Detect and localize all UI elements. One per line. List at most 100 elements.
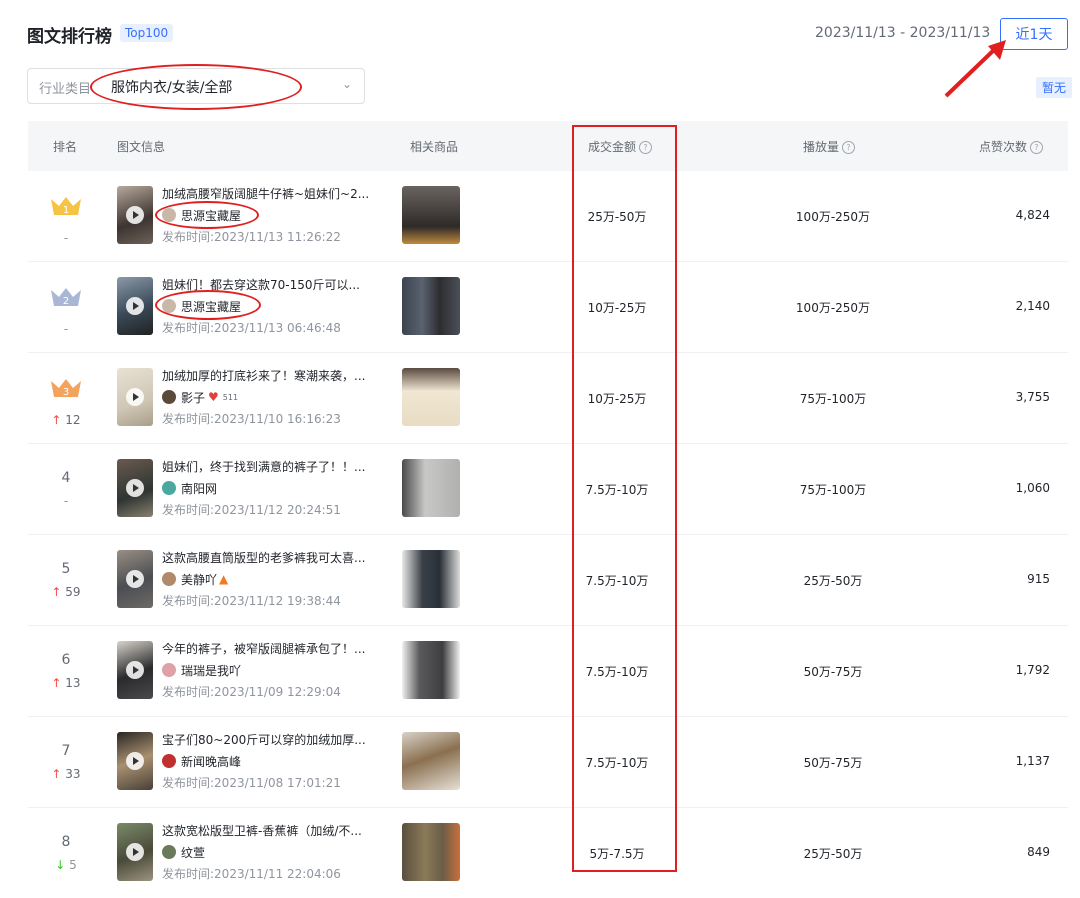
post-title[interactable]: 这款高腰直筒版型的老爹裤我可太喜...	[162, 549, 382, 566]
post-title[interactable]: 这款宽松版型卫裤-香蕉裤（加绒/不...	[162, 822, 382, 839]
help-icon[interactable]: ?	[842, 141, 856, 154]
post-info: 姐妹们！都去穿这款70-150斤可以... 思源宝藏屋 发布时间:2023/11…	[162, 276, 382, 336]
post-thumbnail[interactable]	[117, 186, 153, 244]
plays-value: 75万-100万	[799, 483, 867, 497]
table-row[interactable]: 5 ↑ 59 这款高腰直筒版型的老爹裤我可太喜... 美静吖 ▲ 发布时间:202…	[28, 535, 1068, 626]
product-image[interactable]	[402, 368, 460, 426]
post-info: 加绒加厚的打底衫来了！寒潮来袭，... 影子 ♥ 511 发布时间:2023/11/…	[162, 367, 382, 427]
author-name: 思源宝藏屋	[181, 208, 242, 223]
play-icon	[126, 479, 144, 497]
product-image[interactable]	[402, 641, 460, 699]
post-author[interactable]: 影子 ♥ 511	[162, 389, 382, 405]
post-thumbnail[interactable]	[117, 368, 153, 426]
arrow-up-icon: ↑	[51, 676, 62, 690]
likes-value: 4,824	[1015, 208, 1050, 222]
play-icon	[126, 297, 144, 315]
col-plays-label: 播放量	[803, 140, 840, 154]
table-row[interactable]: 7 ↑ 33 宝子们80~200斤可以穿的加绒加厚... 新闻晚高峰 发布时间:…	[28, 717, 1068, 808]
post-info: 姐妹们，终于找到满意的裤子了！！... 南阳网 发布时间:2023/11/12 …	[162, 458, 382, 518]
avatar	[162, 845, 176, 859]
arrow-down-icon: ↓	[55, 858, 66, 872]
play-icon	[126, 206, 144, 224]
arrow-up-icon: ↑	[51, 585, 62, 599]
svg-text:1: 1	[63, 205, 69, 216]
post-title[interactable]: 今年的裤子，被窄版阔腿裤承包了！...	[162, 640, 382, 657]
post-title[interactable]: 宝子们80~200斤可以穿的加绒加厚...	[162, 731, 382, 748]
product-image[interactable]	[402, 550, 460, 608]
author-name: 新闻晚高峰	[181, 754, 242, 769]
likes-value: 1,792	[1015, 663, 1050, 677]
avatar	[162, 754, 176, 768]
play-icon	[126, 752, 144, 770]
rank-change: ↑ 12	[51, 413, 81, 427]
table-row[interactable]: 8 ↓ 5 这款宽松版型卫裤-香蕉裤（加绒/不... 纹萱 发布时间:2023/…	[28, 808, 1068, 898]
post-thumbnail[interactable]	[117, 732, 153, 790]
rank-cell: 4 -	[28, 470, 104, 508]
post-title[interactable]: 姐妹们，终于找到满意的裤子了！！...	[162, 458, 382, 475]
likes-value: 3,755	[1015, 390, 1050, 404]
industry-category-select[interactable]: 行业类目 服饰内衣/女装/全部 ⌄	[27, 68, 365, 104]
post-author[interactable]: 思源宝藏屋	[162, 207, 382, 223]
likes-value: 849	[1027, 845, 1050, 859]
post-title[interactable]: 加绒加厚的打底衫来了！寒潮来袭，...	[162, 367, 382, 384]
help-icon[interactable]: ?	[1030, 141, 1044, 154]
period-1day-button[interactable]: 近1天	[1000, 18, 1068, 50]
post-thumbnail[interactable]	[117, 823, 153, 881]
likes-value: 1,060	[1015, 481, 1050, 495]
product-image[interactable]	[402, 277, 460, 335]
col-plays[interactable]: 播放量?	[803, 138, 856, 155]
post-info: 这款高腰直筒版型的老爹裤我可太喜... 美静吖 ▲ 发布时间:2023/11/12…	[162, 549, 382, 609]
no-data-tag: 暂无	[1036, 77, 1073, 98]
product-image[interactable]	[402, 823, 460, 881]
svg-text:2: 2	[63, 296, 69, 307]
post-thumbnail[interactable]	[117, 641, 153, 699]
product-image[interactable]	[402, 186, 460, 244]
rank-number: 7	[61, 743, 71, 759]
post-time: 发布时间:2023/11/13 06:46:48	[162, 321, 341, 335]
avatar	[162, 390, 176, 404]
post-title[interactable]: 姐妹们！都去穿这款70-150斤可以...	[162, 276, 382, 293]
rank-number: 5	[61, 561, 71, 577]
table-row[interactable]: 2 - 姐妹们！都去穿这款70-150斤可以... 思源宝藏屋 发布时间:202…	[28, 262, 1068, 353]
rank-change: -	[63, 231, 69, 245]
author-name: 南阳网	[181, 481, 218, 496]
rank-change: ↑ 13	[51, 676, 81, 690]
top100-badge: Top100	[120, 24, 174, 42]
plays-value: 25万-50万	[803, 574, 863, 588]
post-title[interactable]: 加绒高腰窄版阔腿牛仔裤~姐妹们~2...	[162, 185, 382, 202]
table-row[interactable]: 4 - 姐妹们，终于找到满意的裤子了！！... 南阳网 发布时间:2023/11…	[28, 444, 1068, 535]
rank-cell: 6 ↑ 13	[28, 652, 104, 690]
avatar	[162, 481, 176, 495]
post-thumbnail[interactable]	[117, 550, 153, 608]
table-header: 排名 图文信息 相关商品 成交金额? 播放量? 点赞次数?	[28, 121, 1068, 171]
table-row[interactable]: 6 ↑ 13 今年的裤子，被窄版阔腿裤承包了！... 瑞瑞是我吖 发布时间:20…	[28, 626, 1068, 717]
table-row[interactable]: 3 ↑ 12 加绒加厚的打底衫来了！寒潮来袭，... 影子 ♥ 511 发布时间:2…	[28, 353, 1068, 444]
silver-crown-icon: 2	[51, 288, 81, 307]
rank-change: -	[63, 322, 69, 336]
post-author[interactable]: 新闻晚高峰	[162, 753, 382, 769]
table-row[interactable]: 1 - 加绒高腰窄版阔腿牛仔裤~姐妹们~2... 思源宝藏屋 发布时间:2023…	[28, 171, 1068, 262]
post-author[interactable]: 瑞瑞是我吖	[162, 662, 382, 678]
fire-emoji-icon: ▲	[219, 572, 229, 586]
rank-cell: 2 -	[28, 288, 104, 336]
post-thumbnail[interactable]	[117, 277, 153, 335]
chevron-down-icon: ⌄	[341, 77, 352, 91]
col-likes[interactable]: 点赞次数?	[979, 138, 1044, 155]
post-author[interactable]: 思源宝藏屋	[162, 298, 382, 314]
rank-change: ↓ 5	[55, 858, 77, 872]
play-icon	[126, 570, 144, 588]
gold-crown-icon: 1	[51, 197, 81, 216]
post-author[interactable]: 南阳网	[162, 480, 382, 496]
product-image[interactable]	[402, 732, 460, 790]
rank-number: 6	[61, 652, 71, 668]
post-author[interactable]: 纹萱	[162, 844, 382, 860]
annotation-arrow	[944, 40, 1006, 98]
plays-value: 25万-50万	[803, 847, 863, 861]
post-thumbnail[interactable]	[117, 459, 153, 517]
post-time: 发布时间:2023/11/08 17:01:21	[162, 776, 341, 790]
post-author[interactable]: 美静吖 ▲	[162, 571, 382, 587]
author-name: 思源宝藏屋	[181, 299, 242, 314]
heart-emoji-icon: ♥	[208, 390, 219, 404]
product-image[interactable]	[402, 459, 460, 517]
post-info: 加绒高腰窄版阔腿牛仔裤~姐妹们~2... 思源宝藏屋 发布时间:2023/11/…	[162, 185, 382, 245]
